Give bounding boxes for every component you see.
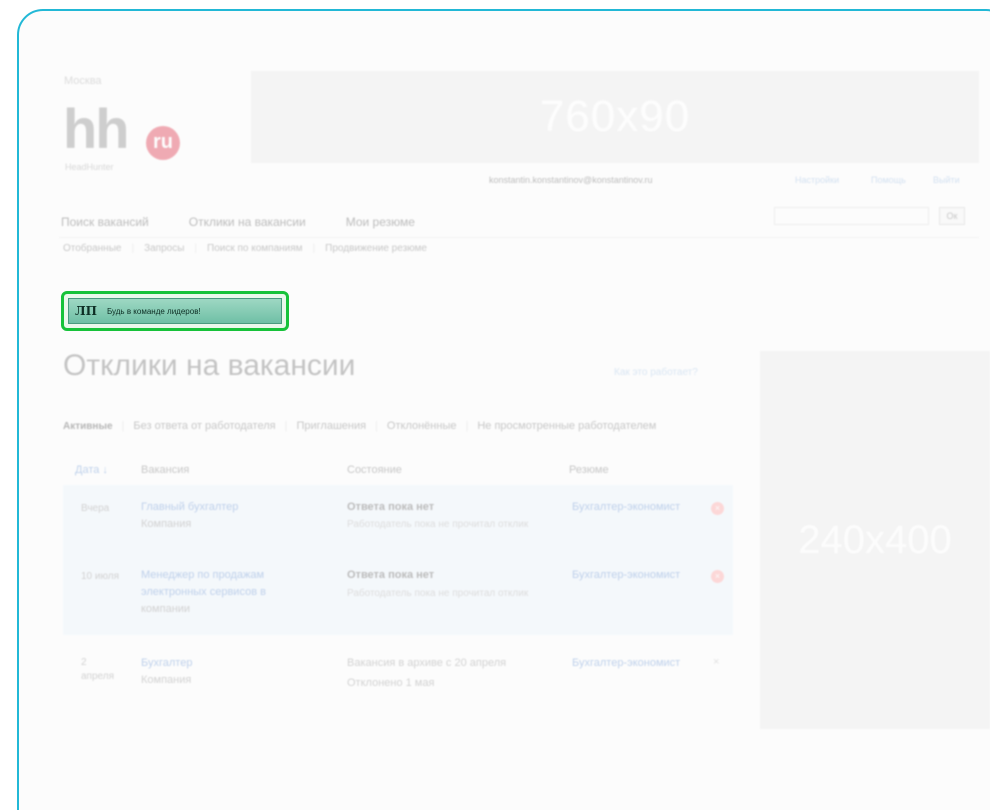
search-input[interactable] [774,207,929,225]
site-logo[interactable]: hh ru HeadHunter [63,99,203,179]
response-tabs: Активные | Без ответа от работодателя | Пр… [63,420,656,432]
side-ad-size-label: 240x400 [798,517,952,562]
how-it-works-link[interactable]: Как это работает? [614,367,698,378]
nav-vacancy-search[interactable]: Поиск вакансий [61,215,149,229]
row-state-detail: Работодатель пока не прочитал отклик [347,588,529,599]
subnav-separator: | [131,243,135,254]
page-content: Москва hh ru HeadHunter 760x90 konstanti… [19,11,990,810]
tab-no-answer[interactable]: Без ответа от работодателя [133,420,275,432]
tab-separator: | [465,420,469,432]
browser-frame: Москва hh ru HeadHunter 760x90 konstanti… [17,9,990,810]
promo-highlight: ЛП Будь в команде лидеров! [61,291,289,331]
column-header-state: Состояние [347,464,402,476]
delete-response-button[interactable]: × [711,502,724,515]
logo-badge: ru [146,126,180,160]
top-ad-banner[interactable]: 760x90 [251,71,979,163]
tab-separator: | [375,420,378,432]
sub-nav: Отобранные | Запросы | Поиск по компаниям |… [63,243,427,254]
tab-separator: | [284,420,288,432]
row-vacancy-link[interactable]: Менеджер по продажам [141,569,264,581]
column-header-vacancy: Вакансия [141,464,190,476]
column-header-date[interactable]: Дата ↓ [75,464,108,476]
row-resume-link[interactable]: Бухгалтер-экономист [572,657,680,669]
row-vacancy-link[interactable]: Главный бухгалтер [141,501,238,513]
promo-banner[interactable]: ЛП Будь в команде лидеров! [68,298,282,324]
row-date-month: апреля [81,671,115,682]
row-company[interactable]: Компания [141,674,191,686]
delete-response-button[interactable]: × [713,656,719,668]
row-state: Ответа пока нет [347,569,435,581]
top-ad-size-label: 760x90 [539,92,691,141]
subnav-saved[interactable]: Отобранные [63,243,121,254]
subnav-resume-promotion[interactable]: Продвижение резюме [325,243,427,254]
help-link-top[interactable]: Помощь [871,175,906,185]
tab-separator: | [121,420,125,432]
promo-text: Будь в команде лидеров! [106,306,201,316]
logo-wordmark: hh [63,97,129,160]
column-header-resume: Резюме [569,464,609,476]
row-date: 10 июля [81,571,120,582]
tab-rejected[interactable]: Отклонённые [387,420,457,432]
row-state: Ответа пока нет [347,501,435,513]
logout-link[interactable]: Выйти [933,175,960,185]
row-state-detail: Работодатель пока не прочитал отклик [347,519,529,530]
nav-my-resumes[interactable]: Мои резюме [346,215,415,229]
row-company[interactable]: Компания [141,518,191,530]
tab-active[interactable]: Активные [63,421,113,432]
page-title: Отклики на вакансии [63,349,356,382]
row-state-detail: Отклонено 1 мая [347,677,435,689]
side-ad-banner[interactable]: 240x400 [760,351,990,729]
row-company[interactable]: компании [141,603,190,615]
subnav-separator: | [194,243,197,254]
row-state: Вакансия в архиве с 20 апреля [347,657,507,669]
subnav-queries[interactable]: Запросы [144,243,184,254]
row-date: Вчера [81,503,110,514]
row-vacancy-link[interactable]: Бухгалтер [141,657,192,669]
row-date: 2 [81,657,87,668]
nav-divider [59,237,979,238]
subnav-company-search[interactable]: Поиск по компаниям [207,243,303,254]
row-vacancy-link-cont[interactable]: электронных сервисов в [141,586,266,598]
region-label[interactable]: Москва [64,75,102,87]
tab-not-viewed[interactable]: Не просмотренные работодателем [477,420,656,432]
row-resume-link[interactable]: Бухгалтер-экономист [572,569,680,581]
user-email[interactable]: konstantin.konstantinov@konstantinov.ru [489,175,653,185]
settings-link[interactable]: Настройки [795,175,839,185]
row-resume-link[interactable]: Бухгалтер-экономист [572,501,680,513]
subnav-separator: | [312,243,316,254]
logo-subtitle: HeadHunter [65,162,114,172]
tab-invitations[interactable]: Приглашения [296,420,366,432]
delete-response-button[interactable]: × [711,570,724,583]
nav-responses[interactable]: Отклики на вакансии [189,215,306,229]
search-button[interactable]: Ок [939,207,965,225]
promo-logo-icon: ЛП [75,304,97,318]
